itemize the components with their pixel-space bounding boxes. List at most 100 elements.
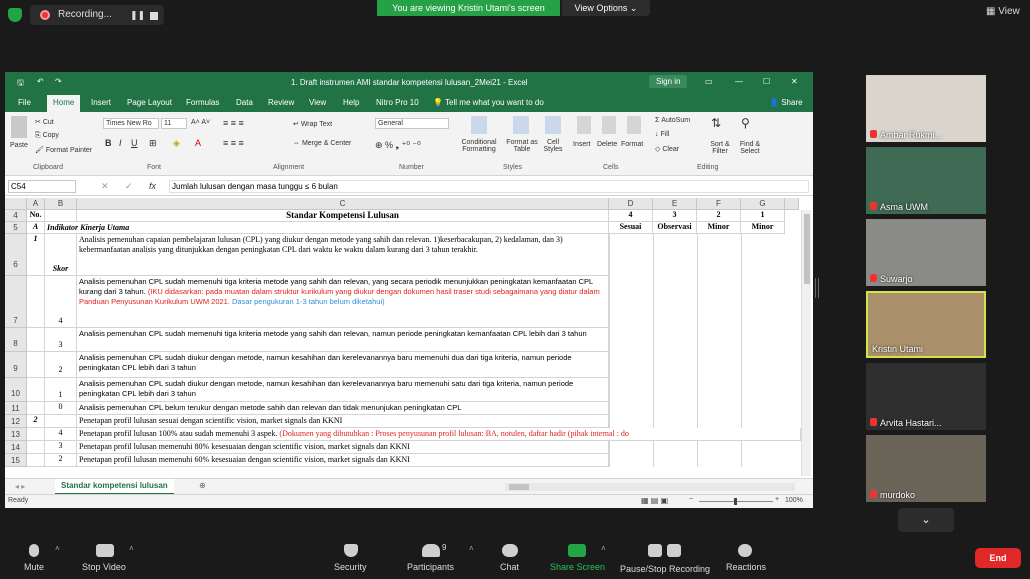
participant-video-6[interactable]: murdoko: [866, 435, 986, 502]
tab-nitro[interactable]: Nitro Pro 10: [376, 98, 419, 107]
autosum-button[interactable]: Σ AutoSum: [655, 117, 690, 124]
participants-chevron-icon[interactable]: ˄: [469, 544, 474, 553]
stop-recording-toolbar-icon[interactable]: [667, 544, 681, 557]
cell-a15[interactable]: [27, 454, 45, 467]
bold-icon[interactable]: B: [105, 138, 112, 148]
pause-recording-icon[interactable]: ❚❚: [130, 10, 145, 21]
cell-c14[interactable]: Penetapan profil lulusan memenuhi 80% ke…: [77, 441, 609, 454]
merge-center-button[interactable]: ⇔ Merge & Center: [293, 140, 351, 147]
fill-button[interactable]: ↓ Fill: [655, 131, 669, 138]
tell-me-search[interactable]: 💡 Tell me what you want to do: [433, 98, 544, 107]
font-color-icon[interactable]: A: [195, 138, 201, 148]
empty-score-cells[interactable]: [609, 234, 785, 428]
cell-a10[interactable]: [27, 378, 45, 402]
tab-help[interactable]: Help: [343, 98, 359, 107]
row-header-11[interactable]: 11: [5, 402, 27, 415]
stop-recording-icon[interactable]: [150, 12, 158, 20]
empty-score-cells-lower[interactable]: [609, 441, 785, 467]
vertical-scroll-thumb[interactable]: [804, 214, 810, 284]
share-options-chevron-icon[interactable]: ˄: [601, 544, 606, 553]
align-top-icon[interactable]: ≡ ≡ ≡: [223, 118, 244, 128]
copy-button[interactable]: ⎘ Copy: [35, 132, 59, 140]
format-cells-icon[interactable]: [627, 116, 641, 134]
zoom-out-icon[interactable]: −: [689, 496, 693, 503]
tab-file[interactable]: File: [18, 98, 31, 107]
undo-icon[interactable]: ↶: [37, 77, 44, 86]
view-options-button[interactable]: View Options ⌄: [562, 0, 650, 16]
row-header-10[interactable]: 10: [5, 378, 27, 402]
cell-a11[interactable]: [27, 402, 45, 415]
column-header-e[interactable]: E: [653, 198, 697, 210]
video-camera-icon[interactable]: [96, 544, 114, 557]
cell-c13[interactable]: Penetapan profil lulusan 100% atau sudah…: [77, 428, 801, 441]
row-header-7[interactable]: 7: [5, 276, 27, 328]
name-box[interactable]: C54: [8, 180, 76, 193]
reactions-smiley-icon[interactable]: [738, 544, 752, 557]
reactions-button[interactable]: Reactions: [726, 562, 766, 572]
font-name-select[interactable]: Times New Ro: [103, 118, 159, 129]
cell-c10[interactable]: Analisis pemenuhan CPL sudah diukur deng…: [77, 378, 609, 402]
cell-g4[interactable]: 1: [741, 210, 785, 222]
cell-d5[interactable]: Sesuai: [609, 222, 653, 234]
stop-video-button[interactable]: Stop Video: [82, 562, 126, 572]
cell-c8[interactable]: Analisis pemenuhan CPL sudah memenuhi ti…: [77, 328, 609, 352]
underline-icon[interactable]: U: [131, 138, 138, 148]
maximize-icon[interactable]: ☐: [763, 77, 770, 86]
insert-cells-button[interactable]: Insert: [573, 141, 591, 148]
cell-a13[interactable]: [27, 428, 45, 441]
horizontal-scroll-thumb[interactable]: [509, 484, 529, 490]
cell-e5[interactable]: Observasi: [653, 222, 697, 234]
align-left-icon[interactable]: ≡ ≡ ≡: [223, 138, 244, 148]
insert-cells-icon[interactable]: [577, 116, 591, 134]
cell-a12[interactable]: 2: [27, 415, 45, 428]
sort-filter-button[interactable]: Sort & Filter: [707, 141, 733, 155]
cell-a7[interactable]: [27, 276, 45, 328]
security-shield-icon[interactable]: [8, 8, 22, 22]
participant-video-2[interactable]: Asma UWM: [866, 147, 986, 214]
cell-f5[interactable]: Minor: [697, 222, 741, 234]
row-header-5[interactable]: 5: [5, 222, 27, 234]
mute-button[interactable]: Mute: [24, 562, 44, 572]
row-header-9[interactable]: 9: [5, 352, 27, 378]
cell-b10[interactable]: 1: [45, 378, 77, 402]
sign-in-button[interactable]: Sign in: [649, 75, 688, 88]
tab-formulas[interactable]: Formulas: [186, 98, 219, 107]
cell-b13[interactable]: 4: [45, 428, 77, 441]
cell-d4[interactable]: 4: [609, 210, 653, 222]
row-header-12[interactable]: 12: [5, 415, 27, 428]
clear-button[interactable]: ◇ Clear: [655, 145, 679, 153]
pause-recording-toolbar-icon[interactable]: [648, 544, 662, 557]
tab-review[interactable]: Review: [268, 98, 294, 107]
format-as-table-button[interactable]: Format as Table: [503, 139, 541, 153]
cell-e4[interactable]: 3: [653, 210, 697, 222]
fill-color-icon[interactable]: ◈: [173, 138, 180, 149]
split-drag-handle[interactable]: [815, 278, 819, 298]
cell-b8[interactable]: 3: [45, 328, 77, 352]
tab-home[interactable]: Home: [47, 95, 81, 112]
column-header-c[interactable]: C: [77, 198, 609, 210]
cell-a4[interactable]: No.: [27, 210, 45, 222]
tab-data[interactable]: Data: [236, 98, 253, 107]
row-header-13[interactable]: 13: [5, 428, 27, 441]
cell-a6[interactable]: 1: [27, 234, 45, 276]
number-format-select[interactable]: General: [375, 118, 449, 129]
conditional-formatting-icon[interactable]: [471, 116, 487, 134]
delete-cells-button[interactable]: Delete: [597, 141, 617, 148]
minimize-icon[interactable]: —: [735, 77, 743, 86]
share-button[interactable]: 👤 Share: [769, 98, 803, 107]
security-icon[interactable]: [344, 544, 358, 557]
format-table-icon[interactable]: [513, 116, 529, 134]
number-format-icons[interactable]: ⊕ % ❟ ⁺⁰ ⁻⁰: [375, 140, 421, 151]
zoom-slider-thumb[interactable]: [734, 498, 737, 505]
view-mode-icons[interactable]: ▦ ▤ ▣: [641, 496, 668, 505]
format-painter-button[interactable]: 🖌 Format Painter: [35, 146, 92, 154]
cell-b12[interactable]: [45, 415, 77, 428]
cell-styles-icon[interactable]: [545, 116, 561, 134]
cell-c6[interactable]: Analisis pemenuhan capaian pembelajaran …: [77, 234, 609, 276]
vertical-scrollbar[interactable]: [801, 210, 811, 476]
delete-cells-icon[interactable]: [602, 116, 616, 134]
confirm-entry-icon[interactable]: ✓: [125, 181, 133, 192]
participant-video-1[interactable]: Ambar Rukmi...: [866, 75, 986, 142]
add-sheet-icon[interactable]: ⊕: [199, 481, 206, 490]
wrap-text-button[interactable]: ↵ Wrap Text: [293, 120, 332, 128]
